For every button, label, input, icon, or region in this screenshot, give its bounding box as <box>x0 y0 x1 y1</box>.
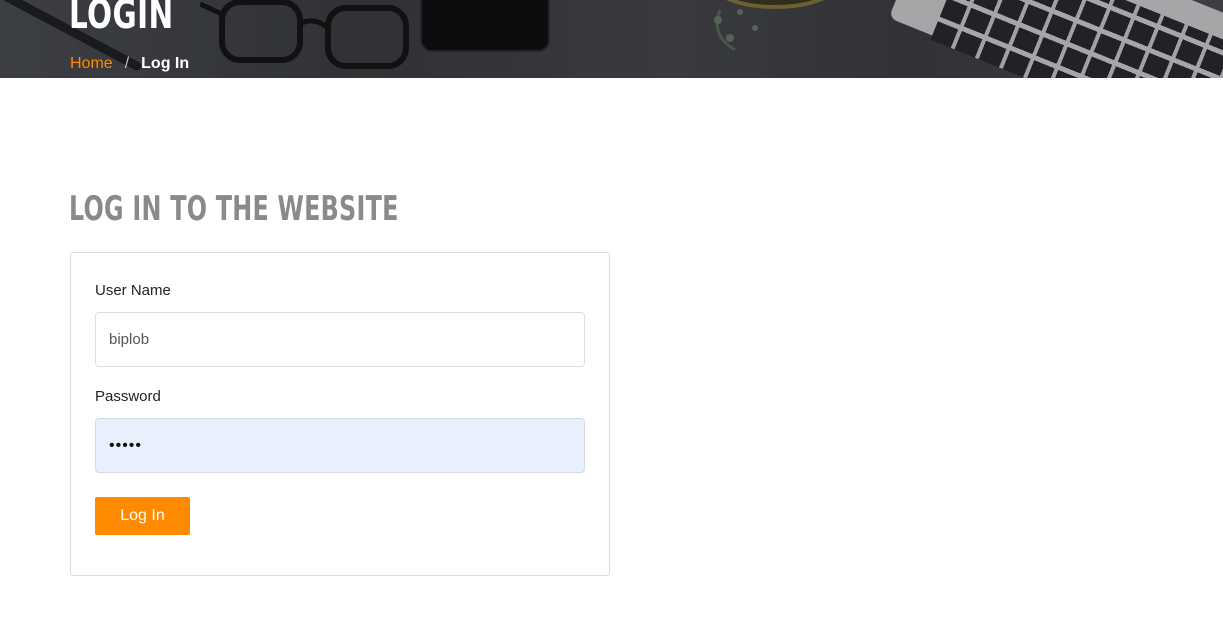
keyboard-image <box>930 0 1223 78</box>
plant-image <box>714 0 824 52</box>
login-button[interactable]: Log In <box>95 497 190 535</box>
username-label: User Name <box>95 282 171 299</box>
login-form: User Name Password Log In <box>70 252 610 576</box>
password-label: Password <box>95 388 161 405</box>
glasses-image <box>200 0 409 69</box>
breadcrumb-current: Log In <box>141 55 190 72</box>
breadcrumb-home-link[interactable]: Home <box>70 55 113 73</box>
breadcrumb-separator: / <box>124 55 130 72</box>
laptop-image <box>888 0 1223 78</box>
section-title: LOG IN TO THE WEBSITE <box>69 189 399 229</box>
banner-title: LOGIN <box>69 0 174 38</box>
username-field[interactable] <box>95 312 585 367</box>
breadcrumb: Home / Log In <box>70 55 189 73</box>
page-banner: LOGIN Home / Log In <box>0 0 1223 78</box>
password-field[interactable] <box>95 418 585 473</box>
phone-image <box>420 0 550 52</box>
